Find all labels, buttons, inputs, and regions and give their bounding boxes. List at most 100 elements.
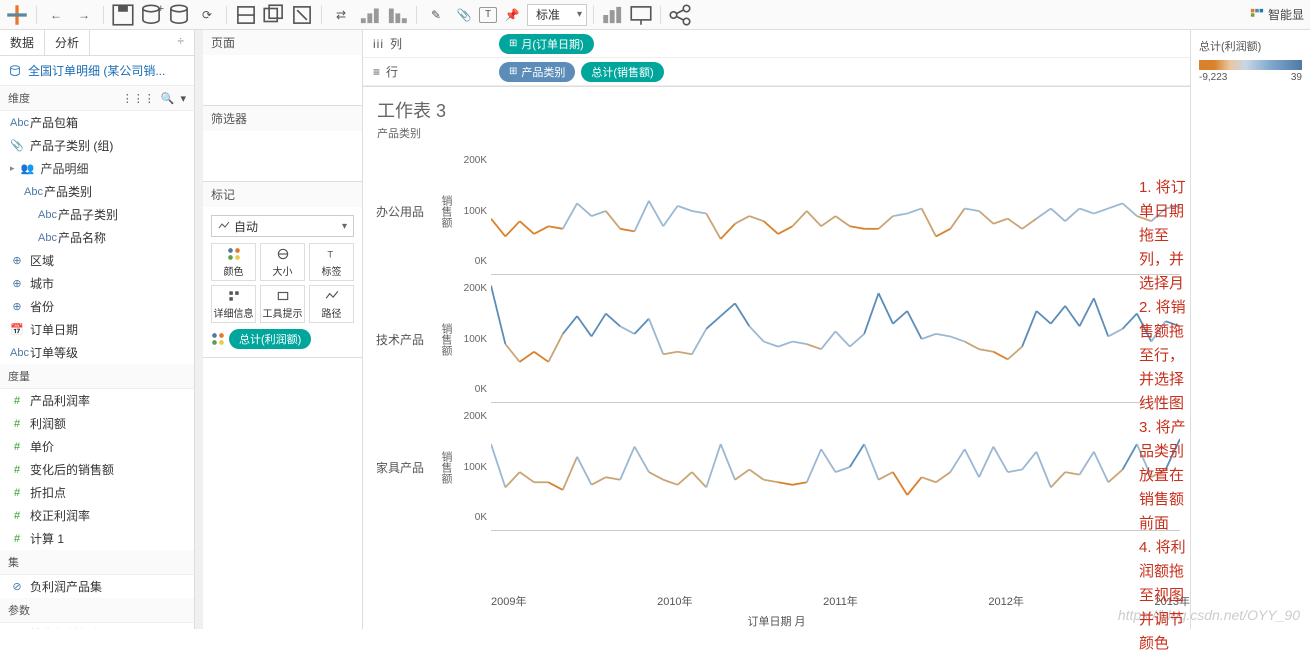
sort-asc-icon[interactable] (356, 3, 382, 27)
field-item[interactable]: Abc产品名称 (0, 226, 194, 249)
sheet-title[interactable]: 工作表 3 (363, 87, 1190, 125)
swap-icon[interactable]: ⇄ (328, 3, 354, 27)
mark-detail[interactable]: 详细信息 (211, 285, 256, 323)
dimensions-header: 维度 ⋮⋮⋮🔍▾ (0, 86, 194, 111)
field-item[interactable]: ⊘负利润产品集 (0, 575, 194, 598)
sets-header: 集 (0, 550, 194, 575)
field-item[interactable]: Abc产品子类别 (0, 203, 194, 226)
mark-label[interactable]: T标签 (309, 243, 354, 281)
group-icon[interactable]: 📎 (451, 3, 477, 27)
tableau-logo-icon[interactable] (4, 3, 30, 27)
marks-type-select[interactable]: 自动 (211, 215, 354, 237)
field-item[interactable]: #折扣点 (0, 481, 194, 504)
y-ticks: 200K100K0K (455, 275, 491, 403)
chart-row: 办公用品销售额200K100K0K (363, 147, 1180, 275)
show-me-icon[interactable] (600, 3, 626, 27)
line-plot[interactable] (491, 275, 1180, 403)
field-item[interactable]: 📎产品子类别 (组) (0, 134, 194, 157)
color-legend[interactable]: 总计(利润额) -9,22339 (1190, 30, 1310, 629)
pages-header: 页面 (203, 30, 362, 55)
share-icon[interactable] (667, 3, 693, 27)
instruction-annotations: 1. 将订单日期拖至列，并选择月2. 将销售额拖至行，并选择线性图3. 将产品类… (1139, 176, 1190, 656)
category-label: 技术产品 (363, 275, 437, 403)
y-ticks: 200K100K0K (455, 147, 491, 275)
columns-label: iii列 (363, 35, 493, 52)
save-icon[interactable] (110, 3, 136, 27)
data-pane: 数据 分析 ÷ 全国订单明细 (某公司销... 维度 ⋮⋮⋮🔍▾ Abc产品包箱… (0, 30, 195, 629)
shelf-pill[interactable]: ⊞产品类别 (499, 62, 575, 82)
y-axis-label: 销售额 (437, 403, 455, 531)
shelf-pill[interactable]: 总计(销售额) (581, 62, 663, 82)
field-item[interactable]: ⊕区域 (0, 249, 194, 272)
shelf-pill[interactable]: ⊞月(订单日期) (499, 34, 594, 54)
rows-label: ≡行 (363, 63, 493, 80)
field-item[interactable]: #产品利润率 (0, 389, 194, 412)
new-datasource-icon[interactable]: + (138, 3, 164, 27)
y-axis-label: 销售额 (437, 147, 455, 275)
field-item[interactable]: 👥产品明细 (0, 157, 194, 180)
field-item[interactable]: ⊕省份 (0, 295, 194, 318)
filters-shelf[interactable] (203, 131, 362, 181)
datasource-item[interactable]: 全国订单明细 (某公司销... (0, 56, 194, 86)
x-axis: 2009年2010年2011年2012年2013年 (491, 587, 1190, 611)
view-list-icon[interactable]: ⋮⋮⋮ (122, 92, 155, 105)
refresh-icon[interactable]: ⟳ (194, 3, 220, 27)
field-item[interactable]: #销售额增长率 (0, 623, 194, 629)
mark-tooltip[interactable]: 工具提示 (260, 285, 305, 323)
tab-analytics[interactable]: 分析 (45, 30, 90, 55)
pause-data-icon[interactable] (166, 3, 192, 27)
forward-icon[interactable]: → (71, 3, 97, 27)
y-axis-label: 销售额 (437, 275, 455, 403)
chart-row: 家具产品销售额200K100K0K (363, 403, 1180, 531)
measures-header: 度量 (0, 364, 194, 389)
mark-size[interactable]: 大小 (260, 243, 305, 281)
clear-icon[interactable] (289, 3, 315, 27)
filters-header: 筛选器 (203, 106, 362, 131)
highlight-icon[interactable]: ✎ (423, 3, 449, 27)
mark-color[interactable]: 颜色 (211, 243, 256, 281)
pane-menu-icon[interactable]: ÷ (167, 30, 194, 55)
field-item[interactable]: #利润额 (0, 412, 194, 435)
field-item[interactable]: #单价 (0, 435, 194, 458)
line-plot[interactable] (491, 147, 1180, 275)
dim-search-icon[interactable]: 🔍 (161, 92, 175, 105)
cards-pane: 页面 筛选器 标记 自动 颜色大小T标签详细信息工具提示路径 总计(利润额) (203, 30, 363, 629)
pin-icon[interactable]: 📌 (499, 3, 525, 27)
duplicate-icon[interactable] (261, 3, 287, 27)
field-item[interactable]: #变化后的销售额 (0, 458, 194, 481)
field-item[interactable]: ⊕城市 (0, 272, 194, 295)
sort-desc-icon[interactable] (384, 3, 410, 27)
field-item[interactable]: Abc产品包箱 (0, 111, 194, 134)
svg-text:+: + (158, 2, 165, 14)
presentation-icon[interactable] (628, 3, 654, 27)
field-item[interactable]: #计算 1 (0, 527, 194, 550)
marks-header: 标记 (203, 182, 362, 207)
field-item[interactable]: #校正利润率 (0, 504, 194, 527)
category-label: 家具产品 (363, 403, 437, 531)
chart-row: 技术产品销售额200K100K0K (363, 275, 1180, 403)
row-field-header: 产品类别 (363, 125, 1190, 147)
viz-area: iii列 ⊞月(订单日期) ≡行 ⊞产品类别总计(销售额) 工作表 3 产品类别… (363, 30, 1190, 629)
pages-shelf[interactable] (203, 55, 362, 105)
field-item[interactable]: 📅订单日期 (0, 318, 194, 341)
rows-shelf[interactable]: ⊞产品类别总计(销售额) (493, 62, 1190, 82)
mark-path[interactable]: 路径 (309, 285, 354, 323)
legend-title: 总计(利润额) (1199, 38, 1302, 54)
tab-data[interactable]: 数据 (0, 30, 45, 55)
new-worksheet-icon[interactable] (233, 3, 259, 27)
marks-color-pill[interactable]: 总计(利润额) (229, 329, 311, 349)
color-dots-icon (211, 332, 225, 346)
line-plot[interactable] (491, 403, 1180, 531)
view-size-select[interactable]: 标准 (527, 4, 587, 26)
main-toolbar: ← → + ⟳ ⇄ ✎ 📎 T 📌 标准 智能显 (0, 0, 1310, 30)
back-icon[interactable]: ← (43, 3, 69, 27)
text-icon[interactable]: T (479, 7, 497, 23)
field-item[interactable]: Abc订单等级 (0, 341, 194, 364)
category-label: 办公用品 (363, 147, 437, 275)
color-gradient (1199, 60, 1302, 70)
field-item[interactable]: Abc产品类别 (0, 180, 194, 203)
params-header: 参数 (0, 598, 194, 623)
columns-shelf[interactable]: ⊞月(订单日期) (493, 34, 1190, 54)
smart-show-button[interactable]: 智能显 (1250, 6, 1304, 23)
x-axis-title: 订单日期 月 (363, 613, 1190, 629)
